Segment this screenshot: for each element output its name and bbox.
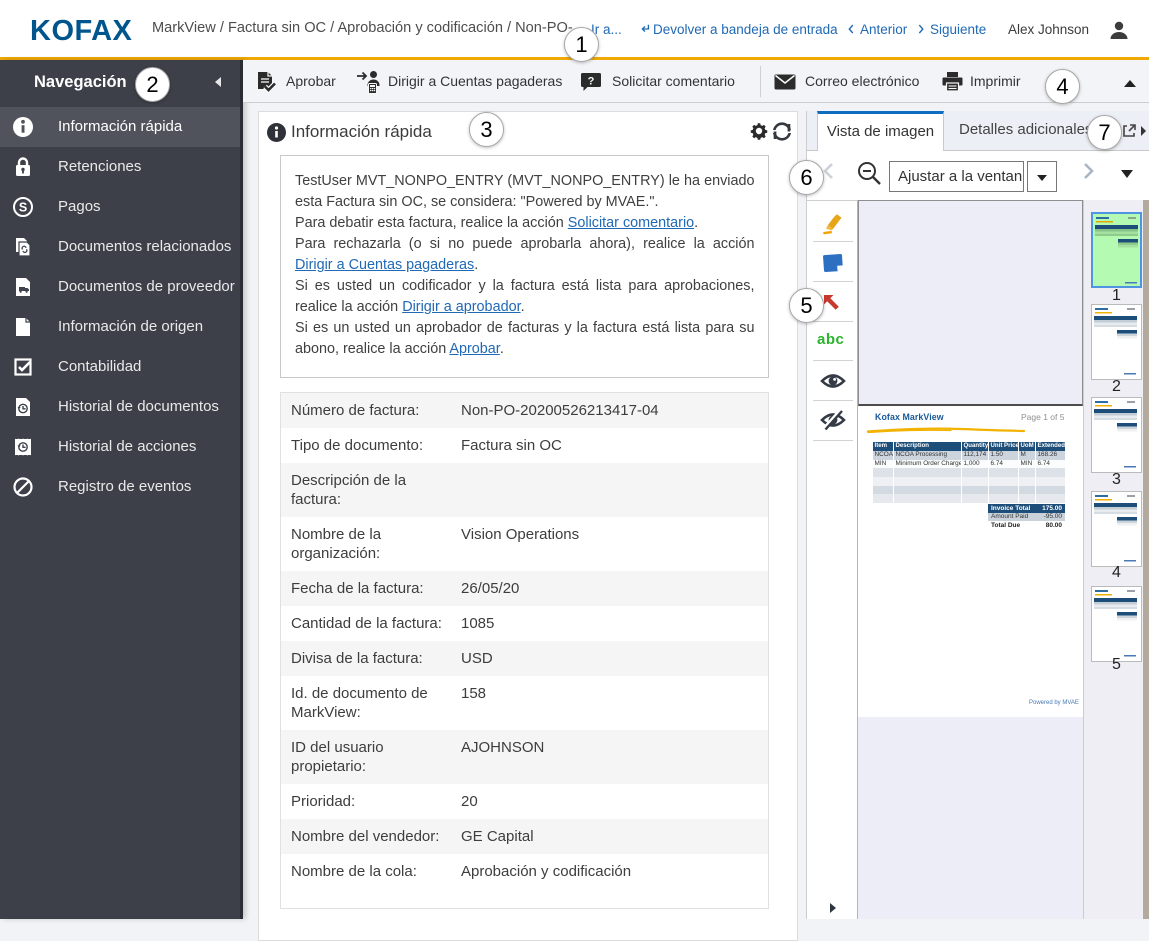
svg-text:S: S — [19, 200, 27, 214]
svg-text:?: ? — [588, 76, 595, 88]
